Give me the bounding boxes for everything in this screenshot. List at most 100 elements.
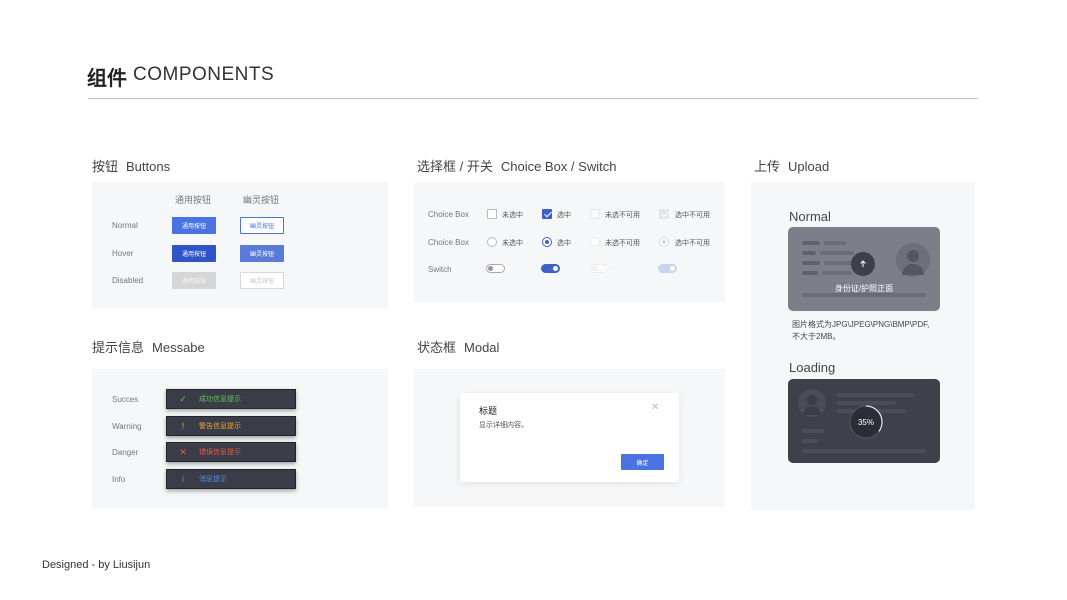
row-label-disabled: Disabled	[112, 276, 144, 285]
msg-label-success: Succes	[112, 395, 139, 404]
msg-label-danger: Danger	[112, 448, 139, 457]
message-info-text: 消息提示	[199, 476, 227, 483]
choice-row2-label: Choice Box	[428, 238, 469, 247]
checkbox-unchecked[interactable]	[487, 209, 497, 219]
upload-loading-card: 35%	[788, 379, 940, 463]
person-icon	[803, 395, 821, 415]
ghost-button-hover[interactable]: 幽灵按钮	[240, 245, 284, 262]
upload-normal-label: Normal	[789, 209, 831, 224]
placeholder-line	[822, 271, 852, 275]
upload-loading-label: Loading	[789, 360, 836, 375]
col-head-ghost: 幽灵按钮	[243, 195, 280, 205]
upload-heading-cn: 上传	[754, 159, 781, 174]
modal-dialog: 标题 显示详细内容。 ✕ 确定	[460, 393, 679, 482]
primary-button-disabled: 通用按钮	[172, 272, 216, 289]
upload-arrow-button[interactable]	[851, 252, 875, 276]
upload-hint: 图片格式为JPG\JPEG\PNG\BMP\PDF, 不大于2MB。	[792, 319, 929, 343]
upload-hint-line2: 不大于2MB。	[792, 332, 841, 341]
placeholder-line	[802, 439, 818, 443]
choice-row3-label: Switch	[428, 265, 452, 274]
exclamation-icon: !	[181, 421, 185, 431]
info-icon: i	[182, 474, 184, 484]
page-title-en: COMPONENTS	[133, 64, 275, 85]
placeholder-line	[802, 251, 816, 255]
confirm-button[interactable]: 确定	[621, 454, 664, 470]
message-success: ✓ 成功信息提示	[166, 389, 296, 409]
modal-heading-en: Modal	[464, 340, 500, 355]
check-icon: ✓	[179, 393, 187, 404]
cross-icon: ✕	[179, 446, 187, 457]
buttons-heading-cn: 按钮	[92, 159, 119, 174]
radio-checked-disabled-label: 选中不可用	[675, 240, 710, 247]
avatar-placeholder	[896, 243, 930, 277]
messages-heading-en: Messabe	[152, 340, 205, 355]
modal-body: 显示详细内容。	[479, 422, 528, 429]
modal-heading-cn: 状态框	[417, 340, 457, 355]
placeholder-line	[802, 271, 818, 275]
messages-heading: 提示信息 Messabe	[92, 337, 205, 356]
row-label-hover: Hover	[112, 249, 134, 258]
switch-on[interactable]	[541, 264, 560, 273]
messages-heading-cn: 提示信息	[92, 340, 145, 355]
placeholder-line	[802, 241, 820, 245]
checkbox-checked[interactable]	[542, 209, 552, 219]
radio-checked[interactable]	[542, 237, 552, 247]
buttons-heading-en: Buttons	[126, 159, 171, 174]
msg-label-warning: Warning	[112, 422, 142, 431]
upload-heading: 上传 Upload	[754, 156, 829, 175]
message-danger-text: 错误信息提示	[199, 449, 241, 456]
checkbox-unchecked-label: 未选中	[502, 212, 523, 219]
upload-hint-line1: 图片格式为JPG\JPEG\PNG\BMP\PDF,	[792, 320, 930, 329]
primary-button-hover[interactable]: 通用按钮	[172, 245, 216, 262]
radio-unchecked-disabled-label: 未选不可用	[605, 240, 640, 247]
msg-label-info: Info	[112, 475, 126, 484]
switch-off[interactable]	[486, 264, 505, 273]
placeholder-line	[802, 429, 824, 433]
primary-button-normal[interactable]: 通用按钮	[172, 217, 216, 234]
ghost-button-normal[interactable]: 幽灵按钮	[240, 217, 284, 234]
message-danger: ✕ 错误信息提示	[166, 442, 296, 462]
progress-text: 35%	[857, 417, 874, 427]
checkbox-checked-disabled	[659, 209, 669, 219]
checkbox-unchecked-disabled	[590, 209, 600, 219]
switch-on-disabled	[658, 264, 677, 273]
placeholder-line	[836, 393, 914, 397]
page-title-cn: 组件	[87, 68, 127, 90]
checkbox-unchecked-disabled-label: 未选不可用	[605, 212, 640, 219]
switch-off-disabled	[590, 264, 609, 273]
message-warning: ! 警告信息提示	[166, 416, 296, 436]
radio-unchecked[interactable]	[487, 237, 497, 247]
choice-heading-en: Choice Box / Switch	[500, 159, 617, 174]
header-divider	[88, 98, 978, 99]
choice-heading-cn: 选择框 / 开关	[417, 159, 493, 174]
radio-unchecked-disabled	[590, 237, 600, 247]
modal-heading: 状态框 Modal	[417, 337, 499, 356]
close-icon[interactable]: ✕	[651, 402, 659, 413]
choice-heading: 选择框 / 开关 Choice Box / Switch	[417, 156, 616, 175]
footer-credit: Designed - by Liusijun	[42, 559, 151, 571]
row-label-normal: Normal	[112, 221, 138, 230]
message-info: i 消息提示	[166, 469, 296, 489]
placeholder-line	[824, 241, 846, 245]
upload-card-text: 身份证/护照正面	[834, 284, 894, 293]
choice-row1-label: Choice Box	[428, 210, 469, 219]
placeholder-line	[802, 449, 926, 453]
radio-checked-disabled	[659, 237, 669, 247]
ghost-button-disabled: 幽灵按钮	[240, 272, 284, 289]
person-icon	[902, 250, 924, 275]
message-warning-text: 警告信息提示	[199, 423, 241, 430]
modal-title: 标题	[479, 406, 498, 416]
buttons-heading: 按钮 Buttons	[92, 156, 170, 175]
radio-checked-label: 选中	[557, 240, 571, 247]
col-head-common: 通用按钮	[175, 195, 212, 205]
upload-dropzone[interactable]: 身份证/护照正面	[788, 227, 940, 311]
message-success-text: 成功信息提示	[199, 396, 241, 403]
upload-heading-en: Upload	[788, 159, 830, 174]
checkbox-checked-label: 选中	[557, 212, 571, 219]
checkbox-checked-disabled-label: 选中不可用	[675, 212, 710, 219]
placeholder-line	[802, 261, 820, 265]
avatar-placeholder	[798, 389, 826, 417]
arrow-up-icon	[860, 260, 866, 267]
placeholder-line	[820, 251, 854, 255]
radio-unchecked-label: 未选中	[502, 240, 523, 247]
